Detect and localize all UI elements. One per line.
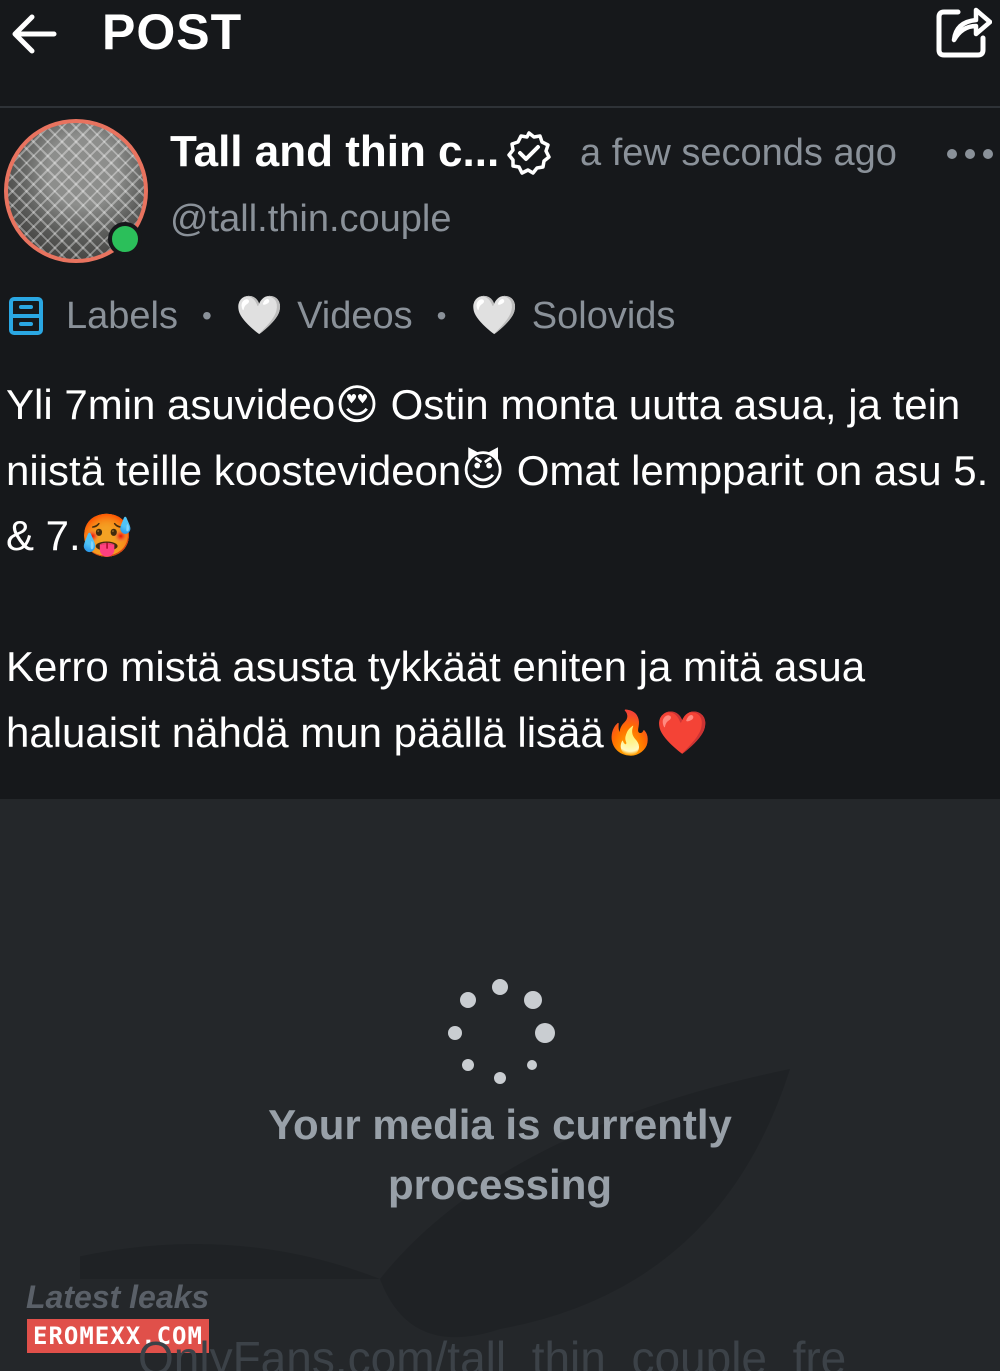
back-button[interactable] <box>8 8 60 60</box>
post-text-paragraph: Kerro mistä asusta tykkäät eniten ja mit… <box>6 643 866 756</box>
labels-icon <box>9 297 43 335</box>
separator-dot: • <box>436 300 447 331</box>
watermark-text: Latest leaks <box>26 1279 210 1315</box>
author-handle[interactable]: @tall.thin.couple <box>170 196 452 242</box>
arrow-left-icon <box>12 14 57 54</box>
label-text: Videos <box>297 295 413 337</box>
labels-title: Labels <box>66 294 178 337</box>
page-title: POST <box>102 4 243 60</box>
share-icon <box>936 7 993 58</box>
post-text-paragraph: Yli 7min asuvideo😍 Ostin monta uutta asu… <box>6 381 989 559</box>
share-button[interactable] <box>934 2 993 60</box>
label-text: Solovids <box>531 295 676 337</box>
loading-spinner-icon <box>448 979 555 1084</box>
white-heart-icon: 🤍 <box>470 295 518 337</box>
watermark-url: OnlyFans.com/tall_thin_couple_fre <box>138 1332 847 1371</box>
media-status-text: Your media is currently processing <box>0 1095 1000 1215</box>
online-status-indicator <box>108 222 142 256</box>
verified-badge-icon <box>506 130 552 176</box>
white-heart-icon: 🤍 <box>235 295 284 337</box>
label-videos[interactable]: 🤍 Videos <box>236 294 413 338</box>
more-horizontal-icon <box>947 149 993 159</box>
post-text: Yli 7min asuvideo😍 Ostin monta uutta asu… <box>6 372 996 765</box>
media-status-line: Your media is currently <box>268 1101 732 1148</box>
post-header: POST <box>0 0 1000 108</box>
separator-dot: • <box>201 300 212 331</box>
media-placeholder[interactable]: Your media is currently processing Lates… <box>0 799 1000 1371</box>
more-options-button[interactable] <box>944 140 996 168</box>
post-labels: Labels • 🤍 Videos • 🤍 Solovids <box>8 290 675 342</box>
post-timestamp: a few seconds ago <box>580 132 897 174</box>
author-display-name[interactable]: Tall and thin c... <box>170 126 499 178</box>
author-avatar[interactable] <box>4 119 148 263</box>
media-status-line: processing <box>387 1161 613 1208</box>
label-solovids[interactable]: 🤍 Solovids <box>470 294 675 338</box>
